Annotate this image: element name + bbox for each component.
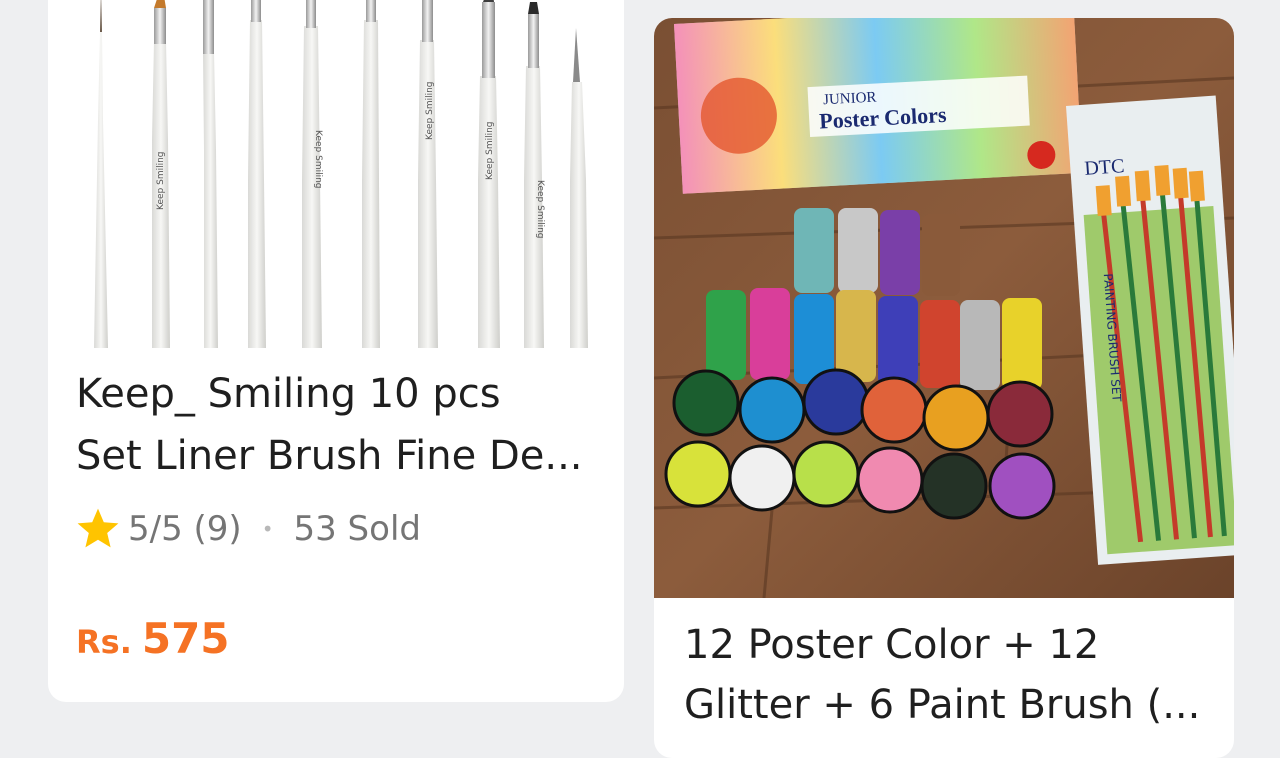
separator-dot: •: [261, 517, 274, 541]
product-image-poster-colors[interactable]: JUNIOR Poster Colors DTC PAINTING BRUSH …: [654, 18, 1234, 599]
price-amount: 575: [141, 614, 230, 663]
brush-label: Keep Smiling: [156, 152, 166, 211]
product-title-line-1[interactable]: Keep_ Smiling 10 pcs: [76, 363, 606, 425]
rating-value: 5/5 (9): [128, 509, 242, 549]
brush-label: Keep Smiling: [535, 180, 545, 239]
price: Rs. 575: [76, 614, 230, 663]
brush-label: Keep Smiling: [425, 82, 435, 141]
sold-count: 53 Sold: [293, 509, 421, 549]
pack-brand-label: DTC: [1084, 155, 1125, 180]
poster-colors-glitter-brushes-image: JUNIOR Poster Colors DTC PAINTING BRUSH …: [654, 18, 1234, 599]
product-title-line-2[interactable]: Set Liner Brush Fine De...: [76, 425, 606, 487]
product-image-brushes[interactable]: Keep Smiling Keep Smiling Keep Smiling K…: [48, 0, 624, 348]
paint-brush-set-image: Keep Smiling Keep Smiling Keep Smiling K…: [94, 0, 588, 348]
star-icon: [77, 508, 119, 548]
rating-row: 5/5 (9) • 53 Sold: [74, 504, 421, 554]
product-title-line-2[interactable]: Glitter + 6 Paint Brush (...: [684, 674, 1214, 736]
product-card-2[interactable]: JUNIOR Poster Colors DTC PAINTING BRUSH …: [654, 18, 1234, 758]
price-currency: Rs.: [76, 623, 132, 661]
brush-label: Keep Smiling: [313, 130, 323, 189]
product-title-line-1[interactable]: 12 Poster Color + 12: [684, 614, 1214, 676]
product-card-1[interactable]: Keep Smiling Keep Smiling Keep Smiling K…: [48, 0, 624, 702]
brush-label: Keep Smiling: [485, 122, 495, 181]
